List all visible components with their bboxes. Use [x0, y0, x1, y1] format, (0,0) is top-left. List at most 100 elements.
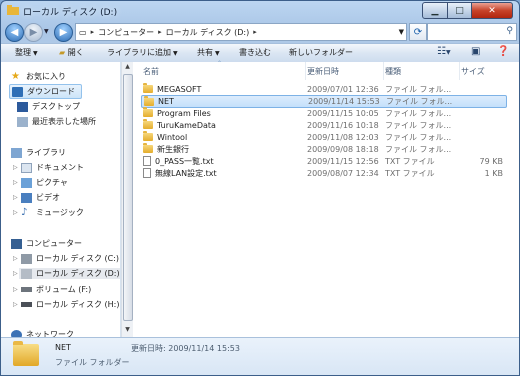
file-date: 2009/08/07 12:34 — [307, 168, 379, 178]
open-icon: ▰ — [59, 48, 66, 57]
network-icon — [11, 329, 22, 337]
nav-item-drive-f[interactable]: ▷ ボリューム (F:) — [13, 284, 91, 295]
expand-arrow-icon[interactable]: ▷ — [13, 270, 18, 277]
details-modified: 更新日時: 2009/11/14 15:53 — [131, 344, 240, 353]
file-name: TuruKameData — [157, 120, 216, 130]
file-name: MEGASOFT — [157, 84, 202, 94]
drive-icon: ▭ — [79, 27, 87, 37]
folder-icon — [143, 107, 153, 117]
scroll-down-arrow[interactable]: ▼ — [123, 326, 132, 336]
add-to-library-menu[interactable]: ライブラリに追加 ▼ — [107, 47, 178, 58]
new-folder-button[interactable]: 新しいフォルダー — [289, 47, 353, 58]
file-row[interactable]: 無線LAN設定.txt 2009/08/07 12:34 TXT ファイル 1 KB — [141, 167, 505, 179]
drive-icon — [21, 268, 32, 279]
address-history-dropdown[interactable]: ▼ — [399, 28, 404, 36]
nav-item-downloads[interactable]: ダウンロード — [9, 84, 82, 99]
file-row[interactable]: TuruKameData 2009/11/16 10:18 ファイル フォル... — [141, 119, 505, 131]
file-date: 2009/11/15 10:05 — [307, 108, 379, 118]
details-pane: NET ファイル フォルダー 更新日時: 2009/11/14 15:53 — [1, 337, 519, 375]
content-area: ★ お気に入り ダウンロード デスクトップ 最近表示した場所 ライブラリ ▷ ドキュ… — [1, 60, 519, 337]
column-header-date[interactable]: 更新日時 — [307, 62, 384, 80]
nav-computer[interactable]: コンピューター — [11, 238, 82, 249]
share-menu[interactable]: 共有 ▼ — [197, 47, 220, 58]
nav-item-videos[interactable]: ▷ ビデオ — [13, 192, 60, 203]
expand-arrow-icon[interactable]: ▷ — [13, 194, 18, 201]
expand-arrow-icon[interactable]: ▷ — [13, 209, 18, 216]
music-icon: ♪ — [21, 206, 28, 218]
folder-icon — [144, 95, 154, 106]
file-date: 2009/11/14 15:53 — [308, 97, 380, 106]
text-file-icon — [143, 168, 151, 178]
file-name-cell: TuruKameData — [143, 119, 216, 130]
burn-button[interactable]: 書き込む — [239, 47, 271, 58]
column-header-type[interactable]: 種類 — [385, 62, 460, 80]
nav-item-documents[interactable]: ▷ ドキュメント — [13, 162, 84, 173]
expand-arrow-icon[interactable]: ▷ — [13, 286, 18, 293]
expand-arrow-icon[interactable]: ▷ — [13, 179, 18, 186]
nav-item-drive-h[interactable]: ▷ ローカル ディスク (H:) — [13, 299, 119, 310]
file-row[interactable]: MEGASOFT 2009/07/01 12:36 ファイル フォル... — [141, 83, 505, 95]
address-bar[interactable]: ▭ ▸ コンピューター ▸ ローカル ディスク (D:) ▸ ▼ — [75, 23, 407, 41]
recent-pages-dropdown[interactable]: ▼ — [44, 28, 49, 35]
expand-arrow-icon[interactable]: ▷ — [13, 255, 18, 262]
nav-item-music[interactable]: ▷ ♪ ミュージック — [13, 206, 84, 218]
nav-favorites[interactable]: ★ お気に入り — [11, 71, 66, 82]
preview-pane-icon[interactable]: ▣ — [471, 46, 480, 57]
minimize-button[interactable]: ▁ — [422, 2, 448, 19]
file-row[interactable]: Program Files 2009/11/15 10:05 ファイル フォル... — [141, 107, 505, 119]
file-row[interactable]: 0_PASS一覧.txt 2009/11/15 12:56 TXT ファイル 79 K… — [141, 155, 505, 167]
nav-item-desktop[interactable]: デスクトップ — [17, 101, 80, 112]
open-button[interactable]: ▰ 開く — [59, 47, 84, 58]
file-type: ファイル フォル... — [385, 144, 452, 154]
scroll-up-arrow[interactable]: ▲ — [123, 63, 132, 73]
close-button[interactable]: ✕ — [472, 2, 513, 19]
file-list: 名前 更新日時 種類 サイズ ⌃ MEGASOFT 2009/07/01 12:3… — [133, 60, 519, 337]
expand-arrow-icon[interactable]: ▷ — [13, 164, 18, 171]
organize-menu[interactable]: 整理 ▼ — [15, 47, 38, 58]
nav-item-drive-d[interactable]: ▷ ローカル ディスク (D:) — [13, 268, 120, 279]
star-icon: ★ — [11, 70, 20, 82]
nav-item-drive-c[interactable]: ▷ ローカル ディスク (C:) — [13, 253, 119, 264]
text-file-icon — [143, 156, 151, 166]
file-row[interactable]: 新生銀行 2009/09/08 18:18 ファイル フォル... — [141, 143, 505, 155]
nav-libraries[interactable]: ライブラリ — [11, 147, 66, 158]
column-header-name[interactable]: 名前 — [143, 62, 306, 80]
navigation-pane: ★ お気に入り ダウンロード デスクトップ 最近表示した場所 ライブラリ ▷ ドキュ… — [1, 62, 121, 337]
sort-indicator-icon: ⌃ — [217, 60, 223, 67]
refresh-button[interactable]: ⟳ — [409, 23, 427, 41]
view-options-icon[interactable]: ☷▼ — [437, 46, 451, 57]
folder-icon — [143, 119, 153, 129]
file-name-cell: MEGASOFT — [143, 83, 202, 94]
expand-arrow-icon[interactable]: ▷ — [13, 301, 18, 308]
title-bar: ローカル ディスク (D:) ▁ □ ✕ — [1, 1, 519, 21]
help-icon[interactable]: ❓ — [497, 46, 509, 57]
download-icon — [12, 86, 23, 97]
up-button[interactable]: ▶ — [54, 23, 73, 42]
search-input[interactable]: ⚲ — [427, 23, 517, 41]
back-button[interactable]: ◀ — [5, 23, 24, 42]
column-header-size[interactable]: サイズ — [461, 62, 505, 80]
folder-icon — [143, 83, 153, 93]
nav-item-pictures[interactable]: ▷ ピクチャ — [13, 177, 68, 188]
file-date: 2009/07/01 12:36 — [307, 84, 379, 94]
library-icon — [11, 147, 22, 158]
nav-item-recent-places[interactable]: 最近表示した場所 — [17, 116, 96, 127]
breadcrumb-separator[interactable]: ▸ — [252, 28, 258, 36]
forward-button[interactable]: ▶ — [24, 23, 43, 42]
file-type: ファイル フォル... — [385, 132, 452, 142]
navigation-scrollbar[interactable]: ▲ ▼ — [121, 62, 133, 337]
file-size: 79 KB — [479, 156, 503, 166]
recent-places-icon — [17, 116, 28, 127]
file-type: ファイル フォル... — [385, 120, 452, 130]
breadcrumb-computer[interactable]: コンピューター — [95, 27, 157, 38]
scroll-thumb[interactable] — [123, 74, 133, 321]
file-row[interactable]: Wintool 2009/11/08 12:03 ファイル フォル... — [141, 131, 505, 143]
navigation-bar: ◀ ▶ ▼ ▶ ▭ ▸ コンピューター ▸ ローカル ディスク (D:) ▸ ▼… — [1, 21, 519, 43]
nav-network[interactable]: ネットワーク — [11, 329, 74, 337]
search-icon: ⚲ — [506, 26, 513, 36]
maximize-button[interactable]: □ — [448, 2, 472, 19]
folder-icon — [13, 341, 39, 366]
file-type: ファイル フォル... — [386, 97, 453, 106]
breadcrumb-drive-d[interactable]: ローカル ディスク (D:) — [163, 27, 253, 38]
file-name: 新生銀行 — [157, 144, 189, 154]
